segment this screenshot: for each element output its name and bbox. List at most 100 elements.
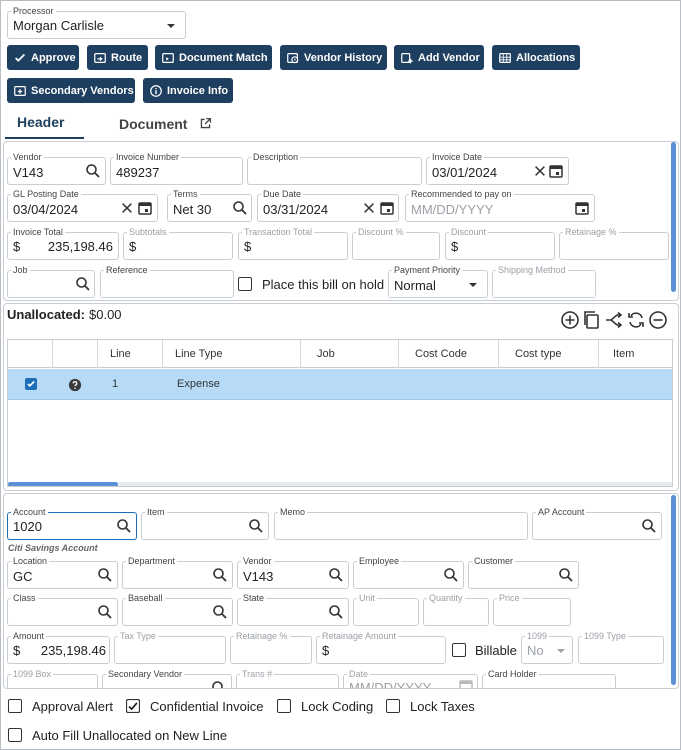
account-field[interactable]: Account 1020 — [7, 507, 137, 540]
line-date-field[interactable]: Date MM/DD/YYYY — [343, 669, 478, 688]
billable-checkbox[interactable] — [452, 643, 466, 657]
terms-field[interactable]: Terms Net 30 — [167, 189, 252, 222]
search-icon[interactable] — [328, 567, 344, 583]
search-icon[interactable] — [211, 680, 227, 688]
search-icon[interactable] — [97, 567, 113, 583]
recommended-pay-date-field[interactable]: Recommended to pay on MM/DD/YYYY — [405, 189, 595, 222]
calendar-icon[interactable] — [458, 678, 474, 688]
add-vendor-button[interactable]: Add Vendor — [394, 45, 484, 70]
add-line-icon[interactable] — [560, 310, 580, 330]
memo-field[interactable]: Memo — [274, 507, 528, 540]
item-field[interactable]: Item — [141, 507, 269, 540]
auto-fill-checkbox[interactable] — [8, 728, 22, 742]
form-1099-type-field[interactable]: 1099 Type — [578, 631, 664, 664]
grid-horizontal-scrollbar[interactable] — [8, 482, 672, 486]
line-vendor-field[interactable]: Vendor V143 — [237, 556, 349, 589]
search-icon[interactable] — [232, 200, 248, 216]
search-icon[interactable] — [328, 604, 344, 620]
refresh-icon[interactable] — [626, 310, 646, 330]
amount-field[interactable]: Amount $ 235,198.46 — [7, 631, 110, 664]
clear-icon[interactable] — [362, 201, 376, 215]
copy-line-icon[interactable] — [581, 310, 601, 330]
search-icon[interactable] — [75, 276, 91, 292]
shipping-method-field[interactable]: Shipping Method — [492, 265, 596, 298]
reference-field[interactable]: Reference — [100, 265, 234, 298]
tax-type-field[interactable]: Tax Type — [114, 631, 226, 664]
header-scrollbar[interactable] — [671, 142, 676, 292]
retainage-amount-field[interactable]: Retainage Amount $ — [316, 631, 446, 664]
invoice-date-field[interactable]: Invoice Date 03/01/2024 — [426, 152, 569, 185]
trans-number-field[interactable]: Trans # — [236, 669, 339, 688]
split-line-icon[interactable] — [604, 310, 624, 330]
price-field[interactable]: Price — [493, 593, 571, 626]
secondary-vendor-field[interactable]: Secondary Vendor — [102, 669, 232, 688]
search-icon[interactable] — [443, 567, 459, 583]
retainage-percent-field[interactable]: Retainage % — [559, 227, 669, 260]
grid-col-item[interactable]: Item — [599, 340, 672, 368]
department-field[interactable]: Department — [122, 556, 233, 589]
search-icon[interactable] — [116, 518, 132, 534]
discount-field[interactable]: Discount $ — [445, 227, 555, 260]
grid-col-job[interactable]: Job — [301, 340, 399, 368]
employee-field[interactable]: Employee — [353, 556, 464, 589]
grid-col-cost-code[interactable]: Cost Code — [399, 340, 499, 368]
line-retainage-percent-field[interactable]: Retainage % — [230, 631, 312, 664]
lock-taxes-checkbox[interactable] — [386, 699, 400, 713]
invoice-number-field[interactable]: Invoice Number 489237 — [110, 152, 243, 185]
calendar-icon[interactable] — [379, 200, 395, 216]
invoice-total-field[interactable]: Invoice Total $ 235,198.46 — [7, 227, 119, 260]
allocations-button[interactable]: Allocations — [492, 45, 580, 70]
subtotals-field[interactable]: Subtotals $ — [123, 227, 233, 260]
calendar-icon[interactable] — [548, 163, 564, 179]
payment-priority-select[interactable]: Payment Priority Normal — [388, 265, 488, 298]
due-date-field[interactable]: Due Date 03/31/2024 — [257, 189, 399, 222]
customer-field[interactable]: Customer — [468, 556, 579, 589]
grid-col-line-type[interactable]: Line Type — [163, 340, 301, 368]
secondary-vendors-button[interactable]: Secondary Vendors — [7, 78, 135, 103]
calendar-icon[interactable] — [574, 200, 590, 216]
calendar-icon[interactable] — [137, 200, 153, 216]
clear-icon[interactable] — [120, 201, 134, 215]
unit-field[interactable]: Unit — [353, 593, 419, 626]
invoice-info-button[interactable]: Invoice Info — [143, 78, 233, 103]
clear-icon[interactable] — [533, 164, 547, 178]
route-button[interactable]: Route — [87, 45, 148, 70]
processor-select[interactable]: Processor Morgan Carlisle — [7, 6, 186, 39]
tab-document[interactable]: Document — [111, 109, 221, 139]
baseball-field[interactable]: Baseball — [122, 593, 233, 626]
vendor-field[interactable]: Vendor V143 — [7, 152, 106, 185]
search-icon[interactable] — [641, 518, 657, 534]
document-match-button[interactable]: Document Match — [155, 45, 272, 70]
remove-line-icon[interactable] — [648, 310, 668, 330]
search-icon[interactable] — [558, 567, 574, 583]
help-icon[interactable] — [68, 378, 82, 392]
gl-posting-date-field[interactable]: GL Posting Date 03/04/2024 — [7, 189, 158, 222]
tab-header[interactable]: Header — [5, 109, 84, 139]
quantity-field[interactable]: Quantity — [423, 593, 489, 626]
hold-checkbox[interactable] — [238, 277, 252, 291]
grid-col-cost-type[interactable]: Cost type — [499, 340, 599, 368]
search-icon[interactable] — [212, 604, 228, 620]
job-field[interactable]: Job — [7, 265, 95, 298]
search-icon[interactable] — [85, 163, 101, 179]
discount-percent-field[interactable]: Discount % — [352, 227, 440, 260]
lock-coding-checkbox[interactable] — [277, 699, 291, 713]
class-field[interactable]: Class — [7, 593, 118, 626]
form-1099-box-field[interactable]: 1099 Box — [7, 669, 98, 688]
grid-scroll-thumb[interactable] — [8, 482, 118, 486]
search-icon[interactable] — [212, 567, 228, 583]
transaction-total-field[interactable]: Transaction Total $ — [238, 227, 348, 260]
confidential-invoice-checkbox[interactable] — [126, 699, 140, 713]
ap-account-field[interactable]: AP Account — [532, 507, 662, 540]
detail-scrollbar[interactable] — [671, 495, 676, 685]
location-field[interactable]: Location GC — [7, 556, 118, 589]
form-1099-select[interactable]: 1099 No — [521, 631, 573, 664]
card-holder-field[interactable]: Card Holder — [482, 669, 616, 688]
vendor-history-button[interactable]: Vendor History — [280, 45, 387, 70]
state-field[interactable]: State — [237, 593, 349, 626]
description-field[interactable]: Description — [247, 152, 422, 185]
search-icon[interactable] — [97, 604, 113, 620]
table-row[interactable]: 1 Expense — [8, 369, 672, 400]
row-checkbox[interactable] — [25, 378, 37, 390]
approve-button[interactable]: Approve — [7, 45, 79, 70]
